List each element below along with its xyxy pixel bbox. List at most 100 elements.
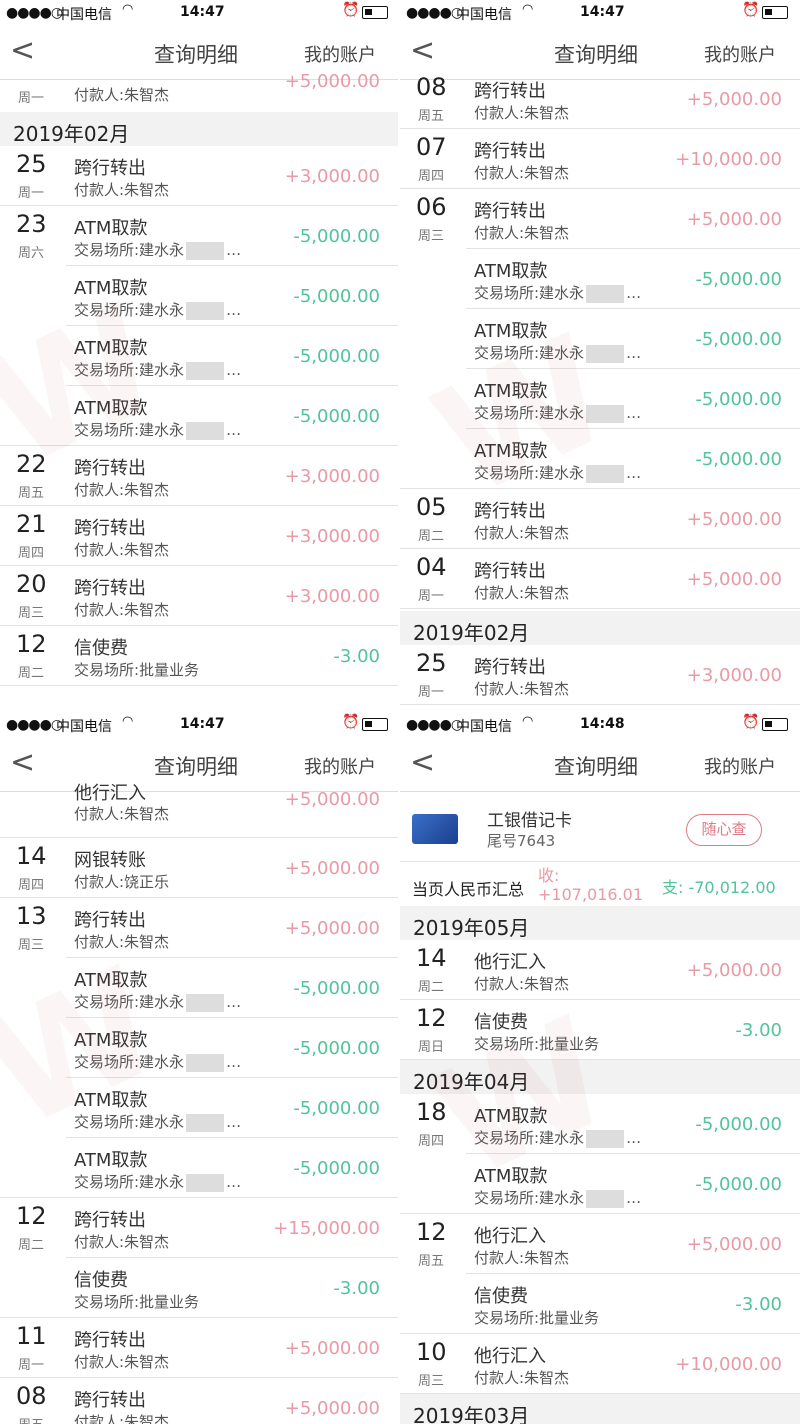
list-item[interactable]: 12 周二 跨行转出 付款人:朱智杰 +15,000.00	[0, 1198, 398, 1258]
screen-panel-4: ●●●●○ 中国电信 ◠ 14:48 ⏰ < 查询明细 我的账户 工银借记卡 尾…	[400, 712, 800, 1424]
list-item[interactable]: 05 周二 跨行转出 付款人:朱智杰 +5,000.00	[400, 489, 800, 549]
list-item[interactable]: 04 周一 跨行转出 付款人:朱智杰 +5,000.00	[400, 549, 800, 609]
list-item[interactable]: 12 周日 信使费 交易场所:批量业务 -3.00	[400, 1000, 800, 1060]
list-item[interactable]: ATM取款 交易场所:建水永… -5,000.00	[0, 958, 398, 1018]
clock: 14:47	[180, 716, 225, 732]
day-label: 12	[416, 1004, 447, 1032]
list-item[interactable]: 他行汇入 付款人:朱智杰 +5,000.00	[0, 783, 398, 838]
weekday-label: 周五	[18, 486, 45, 501]
party-label: 交易场所:建水永…	[474, 404, 642, 423]
day-label: 13	[16, 902, 47, 930]
list-item[interactable]: 06 周三 跨行转出 付款人:朱智杰 +5,000.00	[400, 189, 800, 249]
list-item[interactable]: 周一 付款人:朱智杰 +5,000.00	[0, 51, 398, 111]
month-header: 2019年03月	[400, 1394, 800, 1424]
list-item[interactable]: ATM取款 交易场所:建水永… -5,000.00	[0, 386, 398, 446]
back-button[interactable]: <	[10, 748, 35, 778]
type-label: 跨行转出	[474, 657, 546, 678]
list-item[interactable]: 21 周四 跨行转出 付款人:朱智杰 +3,000.00	[0, 506, 398, 566]
list-item[interactable]: 信使费 交易场所:批量业务 -3.00	[400, 1274, 800, 1334]
list-item[interactable]: 07 周四 跨行转出 付款人:朱智杰 +10,000.00	[400, 129, 800, 189]
party-label: 交易场所:建水永…	[74, 421, 242, 440]
wifi-icon: ◠	[522, 714, 534, 729]
my-account-link[interactable]: 我的账户	[704, 753, 776, 779]
nav-bar: < 查询明细 我的账户	[400, 738, 800, 792]
amount: -5,000.00	[293, 1098, 380, 1119]
day-label: 18	[416, 1098, 447, 1126]
status-bar: ●●●●○ 中国电信 ◠ 14:48 ⏰	[400, 712, 800, 738]
type-label: ATM取款	[74, 218, 148, 239]
party-label: 交易场所:建水永…	[74, 1053, 242, 1072]
amount: -5,000.00	[695, 269, 782, 290]
party-label: 交易场所:批量业务	[74, 1293, 200, 1311]
day-label: 12	[416, 1218, 447, 1246]
list-item[interactable]: ATM取款交易场所:建水永… -5,000.00	[0, 1018, 398, 1078]
list-item[interactable]: 13 周三 跨行转出 付款人:朱智杰 +5,000.00	[0, 898, 398, 958]
my-account-link[interactable]: 我的账户	[304, 753, 376, 779]
weekday-label: 周六	[18, 246, 45, 261]
list-item[interactable]: 18 周四 ATM取款 交易场所:建水永… -5,000.00	[400, 1094, 800, 1154]
list-item[interactable]: ATM取款 交易场所:建水永… -5,000.00	[400, 309, 800, 369]
carrier-label: 中国电信	[456, 719, 512, 735]
redacted-block	[586, 1189, 625, 1208]
party-label: 付款人:朱智杰	[474, 584, 570, 602]
list-item[interactable]: ATM取款 交易场所:建水永… -5,000.00	[0, 326, 398, 386]
back-button[interactable]: <	[410, 748, 435, 778]
list-item[interactable]: 11 周一 跨行转出 付款人:朱智杰 +5,000.00	[0, 1318, 398, 1378]
list-item[interactable]: 14 周二 他行汇入 付款人:朱智杰 +5,000.00	[400, 940, 800, 1000]
month-header: 2019年05月	[400, 906, 800, 940]
amount: +5,000.00	[284, 71, 380, 92]
type-label: 跨行转出	[474, 201, 546, 222]
carrier-label: 中国电信	[456, 7, 512, 23]
list-item[interactable]: 25 周一 跨行转出 付款人:朱智杰 +3,000.00	[0, 146, 398, 206]
type-label: 他行汇入	[474, 1226, 546, 1247]
amount: -5,000.00	[695, 449, 782, 470]
type-label: ATM取款	[474, 1106, 548, 1127]
day-label: 08	[16, 1382, 47, 1410]
list-item[interactable]: 23 周六 ATM取款 交易场所:建水永… -5,000.00	[0, 206, 398, 266]
list-item[interactable]: ATM取款 交易场所:建水永… -5,000.00	[0, 1078, 398, 1138]
carrier-label: 中国电信	[56, 719, 112, 735]
type-label: ATM取款	[74, 1030, 148, 1051]
back-button[interactable]: <	[410, 36, 435, 66]
flexible-query-button[interactable]: 随心查	[686, 814, 762, 846]
list-item[interactable]: 12 周二 信使费 交易场所:批量业务 -3.00	[0, 626, 398, 686]
amount: -3.00	[333, 646, 380, 667]
redacted-block	[186, 421, 225, 440]
list-item[interactable]: ATM取款 交易场所:建水永… -5,000.00	[0, 266, 398, 326]
type-label: ATM取款	[474, 321, 548, 342]
amount: -5,000.00	[293, 406, 380, 427]
list-item[interactable]: 08 周五 跨行转出付款人:朱智杰 +5,000.00	[0, 1378, 398, 1424]
type-label: 跨行转出	[74, 518, 146, 539]
weekday-label: 周一	[18, 91, 45, 106]
list-item[interactable]: 12 周五 他行汇入 付款人:朱智杰 +5,000.00	[400, 1214, 800, 1274]
list-item[interactable]: 08 周五 跨行转出付款人:朱智杰 +5,000.00	[400, 69, 800, 129]
type-label: 跨行转出	[474, 561, 546, 582]
type-label: 网银转账	[74, 850, 146, 871]
party-label: 付款人:朱智杰	[474, 975, 570, 993]
month-header: 2019年02月	[0, 112, 398, 146]
list-item[interactable]: ATM取款 交易场所:建水永… -5,000.00	[400, 429, 800, 489]
list-item[interactable]: ATM取款 交易场所:建水永… -5,000.00	[400, 1154, 800, 1214]
weekday-label: 周四	[18, 546, 45, 561]
amount: +5,000.00	[284, 1398, 380, 1419]
weekday-label: 周一	[18, 1358, 45, 1373]
party-label: 付款人:饶正乐	[74, 873, 170, 891]
amount: -5,000.00	[293, 1038, 380, 1059]
list-item[interactable]: 14 周四 网银转账 付款人:饶正乐 +5,000.00	[0, 838, 398, 898]
redacted-block	[586, 344, 625, 363]
list-item[interactable]: 10 周三 他行汇入 付款人:朱智杰 +10,000.00	[400, 1334, 800, 1394]
day-label: 22	[16, 450, 47, 478]
list-item[interactable]: 信使费 交易场所:批量业务 -3.00	[0, 1258, 398, 1318]
list-item[interactable]: 22 周五 跨行转出 付款人:朱智杰 +3,000.00	[0, 446, 398, 506]
my-account-link[interactable]: 我的账户	[704, 41, 776, 67]
list-item[interactable]: ATM取款 交易场所:建水永… -5,000.00	[400, 369, 800, 429]
list-item[interactable]: ATM取款 交易场所:建水永… -5,000.00	[400, 249, 800, 309]
list-item[interactable]: 25 周一 跨行转出 付款人:朱智杰 +3,000.00	[400, 645, 800, 705]
list-item[interactable]: 20 周三 跨行转出 付款人:朱智杰 +3,000.00	[0, 566, 398, 626]
day-label: 14	[16, 842, 47, 870]
list-item[interactable]: ATM取款 交易场所:建水永… -5,000.00	[0, 1138, 398, 1198]
amount: +5,000.00	[686, 1234, 782, 1255]
amount: +3,000.00	[284, 466, 380, 487]
day-label: 06	[416, 193, 447, 221]
party-label: 交易场所:建水永…	[474, 1189, 642, 1208]
